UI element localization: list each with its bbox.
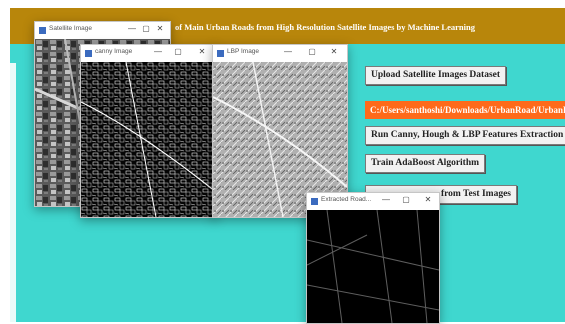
extracted-road-image [307, 210, 439, 323]
maximize-icon[interactable]: ▢ [141, 24, 151, 33]
run-features-button[interactable]: Run Canny, Hough & LBP Features Extracti… [365, 126, 565, 145]
window-title-bar[interactable]: Extracted Road... — ▢ ✕ [307, 193, 439, 210]
minimize-icon[interactable]: — [153, 47, 163, 56]
app-title: of Main Urban Roads from High Resolution… [175, 22, 475, 32]
minimize-icon[interactable]: — [381, 195, 391, 204]
minimize-icon[interactable]: — [127, 24, 137, 33]
app-window-icon [311, 198, 318, 205]
maximize-icon[interactable]: ▢ [173, 47, 183, 56]
window-title: LBP Image [227, 48, 260, 55]
window-title: Satellite Image [49, 25, 92, 32]
window-title-bar[interactable]: Satellite Image — ▢ ✕ [35, 22, 170, 39]
maximize-icon[interactable]: ▢ [401, 195, 411, 204]
close-icon[interactable]: ✕ [329, 47, 339, 56]
canny-edge-image [81, 62, 216, 217]
close-icon[interactable]: ✕ [423, 195, 433, 204]
minimize-icon[interactable]: — [283, 47, 293, 56]
dataset-path-label: C:/Users/santhoshi/Downloads/UrbanRoad/U… [365, 101, 565, 119]
train-adaboost-button[interactable]: Train AdaBoost Algorithm [365, 154, 486, 173]
canny-image-window[interactable]: canny Image — ▢ ✕ [80, 44, 217, 218]
window-title: Extracted Road... [321, 196, 372, 203]
left-panel [10, 63, 16, 322]
window-title-bar[interactable]: canny Image — ▢ ✕ [81, 45, 216, 62]
app-window-icon [39, 27, 46, 34]
upload-dataset-button[interactable]: Upload Satellite Images Dataset [365, 66, 507, 85]
app-window-icon [85, 50, 92, 57]
app-window-icon [217, 50, 224, 57]
window-title-bar[interactable]: LBP Image — ▢ ✕ [213, 45, 347, 62]
close-icon[interactable]: ✕ [197, 47, 207, 56]
window-title: canny Image [95, 48, 133, 55]
extracted-road-window[interactable]: Extracted Road... — ▢ ✕ [306, 192, 440, 324]
maximize-icon[interactable]: ▢ [307, 47, 317, 56]
close-icon[interactable]: ✕ [155, 24, 165, 33]
